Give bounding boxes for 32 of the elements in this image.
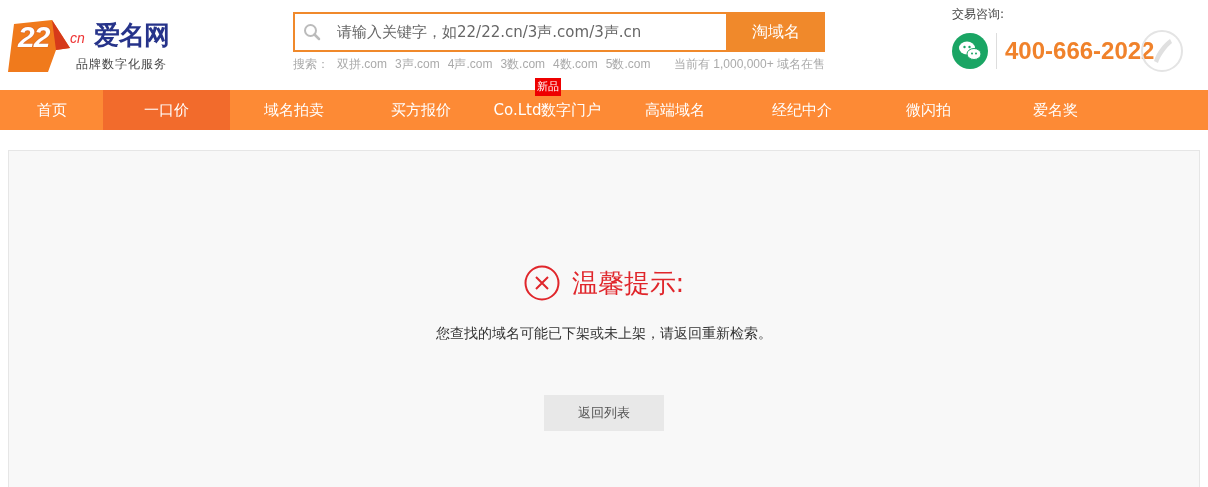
logo-slogan: 品牌数字化服务 (76, 56, 167, 73)
nav-tab[interactable]: 经纪中介 (738, 90, 865, 130)
search-button[interactable]: 淘域名 (726, 12, 825, 52)
nav-tab[interactable]: 微闪拍 (865, 90, 992, 130)
logo-name: 爱名网 (94, 19, 169, 52)
logo-digits: 22 (18, 20, 50, 54)
stats-text: 当前有 1,000,000+ 域名在售 (673, 56, 825, 73)
nav-tab[interactable]: 一口价 (103, 90, 230, 130)
search-icon (303, 23, 321, 41)
hint-label: 搜索： (293, 56, 329, 73)
hint-link[interactable]: 5数.com (605, 56, 651, 73)
hint-link[interactable]: 3数.com (500, 56, 546, 73)
nav-tab[interactable]: 爱名奖 (992, 90, 1119, 130)
nav-tab[interactable]: 域名拍卖 (230, 90, 357, 130)
hint-link[interactable]: 4数.com (553, 56, 598, 73)
phone-number: 400-666-2022 (1005, 37, 1155, 65)
wechat-icon[interactable] (952, 33, 988, 69)
hint-link[interactable]: 3声.com (395, 56, 440, 73)
hint-link[interactable]: 4声.com (447, 56, 493, 73)
notice-message: 您查找的域名可能已下架或未上架，请返回重新检索。 (436, 325, 772, 343)
contact-label: 交易咨询: (952, 6, 1006, 23)
nav-tab[interactable]: 高端域名 (611, 90, 738, 130)
logo-shape-icon (8, 20, 70, 72)
nav-tab[interactable]: 首页 (0, 90, 103, 130)
notice-title: 温馨提示: (571, 266, 685, 300)
new-badge: 新品 (534, 78, 561, 96)
back-button[interactable]: 返回列表 (544, 395, 664, 431)
nav-tab[interactable]: 买方报价 (357, 90, 484, 130)
hint-link[interactable]: 双拼.com (337, 56, 387, 73)
error-icon (523, 265, 560, 301)
logo-suffix: cn (70, 30, 85, 46)
search-field[interactable]: 请输入关键字，如22/22.cn/3声.com/3声.cn (293, 12, 726, 52)
